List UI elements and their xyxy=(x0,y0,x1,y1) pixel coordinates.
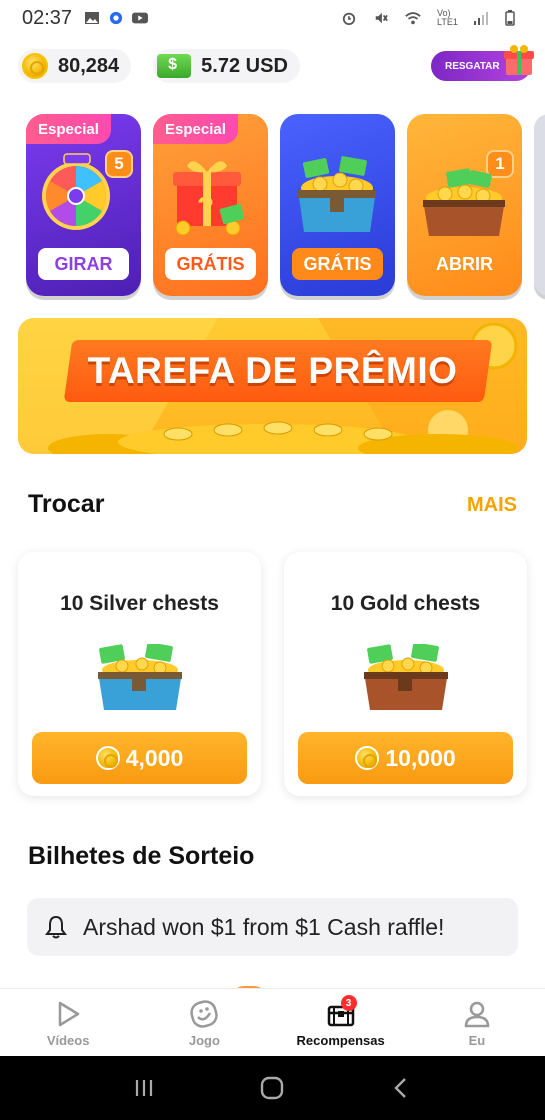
alarm-icon xyxy=(342,12,356,25)
exchange-button[interactable]: 4,000 xyxy=(32,732,247,784)
reward-card-peek[interactable] xyxy=(534,114,545,296)
nav-label: Eu xyxy=(468,1033,486,1048)
app-circle-icon xyxy=(109,11,123,25)
bell-icon xyxy=(45,915,67,939)
gold-chest-icon xyxy=(364,644,448,710)
prize-task-banner[interactable]: TAREFA DE PRÊMIO xyxy=(18,318,527,454)
svg-text:?: ? xyxy=(197,191,214,222)
trade-item-title: 10 Silver chests xyxy=(60,592,219,615)
reward-card-gold-chest[interactable]: 1 ABRIR xyxy=(407,114,522,296)
nav-profile[interactable]: Eu xyxy=(409,989,545,1056)
status-bar: 02:37 Vo) LTE1 xyxy=(0,0,545,36)
wifi-icon xyxy=(405,12,421,25)
signal-icon xyxy=(474,12,488,25)
back-icon[interactable] xyxy=(389,1076,413,1100)
raffle-notification[interactable]: Arshad won $1 from $1 Cash raffle! xyxy=(27,898,518,956)
battery-icon xyxy=(505,10,515,26)
reward-card-silver-chest[interactable]: GRÁTIS xyxy=(280,114,395,296)
spin-button[interactable]: GIRAR xyxy=(38,248,129,280)
exchange-button[interactable]: 10,000 xyxy=(298,732,513,784)
nav-videos[interactable]: Vídeos xyxy=(0,989,136,1056)
price-value: 4,000 xyxy=(125,744,184,771)
banner-title: TAREFA DE PRÊMIO xyxy=(87,350,458,391)
silver-chest-icon xyxy=(98,644,182,710)
trade-card-gold[interactable]: 10 Gold chests 10,000 xyxy=(284,552,527,796)
coin-pile-icon xyxy=(48,421,518,454)
trade-item-title: 10 Gold chests xyxy=(330,592,481,615)
free-gift-button[interactable]: GRÁTIS xyxy=(165,248,256,280)
nav-label: Recompensas xyxy=(296,1033,385,1048)
more-link[interactable]: MAIS xyxy=(467,494,517,517)
gift-box-icon: ? xyxy=(173,161,245,236)
redeem-button[interactable]: RESGATAR xyxy=(431,45,534,81)
trade-card-silver[interactable]: 10 Silver chests 4,000 xyxy=(18,552,261,796)
coin-icon xyxy=(355,746,380,770)
gift-icon xyxy=(504,45,534,75)
silver-chest-icon xyxy=(298,156,376,232)
nav-rewards[interactable]: 3 Recompensas xyxy=(273,989,409,1056)
coin-icon xyxy=(22,53,48,79)
cash-balance[interactable]: 5.72 USD xyxy=(153,49,300,83)
raffle-section-title: Bilhetes de Sorteio xyxy=(28,842,255,870)
coin-icon xyxy=(95,746,120,770)
open-chest-button[interactable]: ABRIR xyxy=(419,248,510,280)
mute-icon xyxy=(375,12,388,24)
redeem-label: RESGATAR xyxy=(445,60,500,72)
cash-balance-value: 5.72 USD xyxy=(201,54,288,77)
nav-label: Vídeos xyxy=(46,1033,90,1048)
reward-cards: Especial 5 GIRAR Especial ? GRÁTIS GRÁTI… xyxy=(26,114,545,298)
status-time: 02:37 xyxy=(22,6,73,29)
youtube-icon xyxy=(132,12,149,24)
network-label: Vo) LTE1 xyxy=(437,8,458,27)
reward-card-gift[interactable]: Especial ? GRÁTIS xyxy=(153,114,268,296)
rewards-badge: 3 xyxy=(340,995,357,1011)
free-chest-button[interactable]: GRÁTIS xyxy=(292,248,383,280)
coin-balance[interactable]: 80,284 xyxy=(18,49,132,83)
wheel-icon xyxy=(42,153,110,230)
trade-section-title: Trocar xyxy=(28,490,105,518)
system-nav-bar xyxy=(0,1056,545,1120)
special-tag: Especial xyxy=(26,114,111,144)
game-icon xyxy=(190,1000,219,1028)
price-value: 10,000 xyxy=(385,744,456,771)
gold-chest-icon xyxy=(423,168,505,236)
recent-apps-icon[interactable] xyxy=(132,1076,156,1100)
cash-icon xyxy=(157,54,192,78)
user-icon xyxy=(464,1001,490,1028)
nav-label: Jogo xyxy=(188,1033,220,1048)
reward-card-spin[interactable]: Especial 5 GIRAR xyxy=(26,114,141,296)
bottom-nav: Vídeos Jogo 3 Recompensas Eu xyxy=(0,988,545,1056)
play-icon xyxy=(58,1001,80,1027)
coin-balance-value: 80,284 xyxy=(58,54,120,77)
image-icon xyxy=(85,12,100,24)
nav-game[interactable]: Jogo xyxy=(136,989,272,1056)
balance-row: 80,284 5.72 USD RESGATAR xyxy=(18,45,534,84)
home-icon[interactable] xyxy=(259,1075,285,1101)
raffle-message: Arshad won $1 from $1 Cash raffle! xyxy=(83,913,445,940)
special-tag: Especial xyxy=(153,114,238,144)
